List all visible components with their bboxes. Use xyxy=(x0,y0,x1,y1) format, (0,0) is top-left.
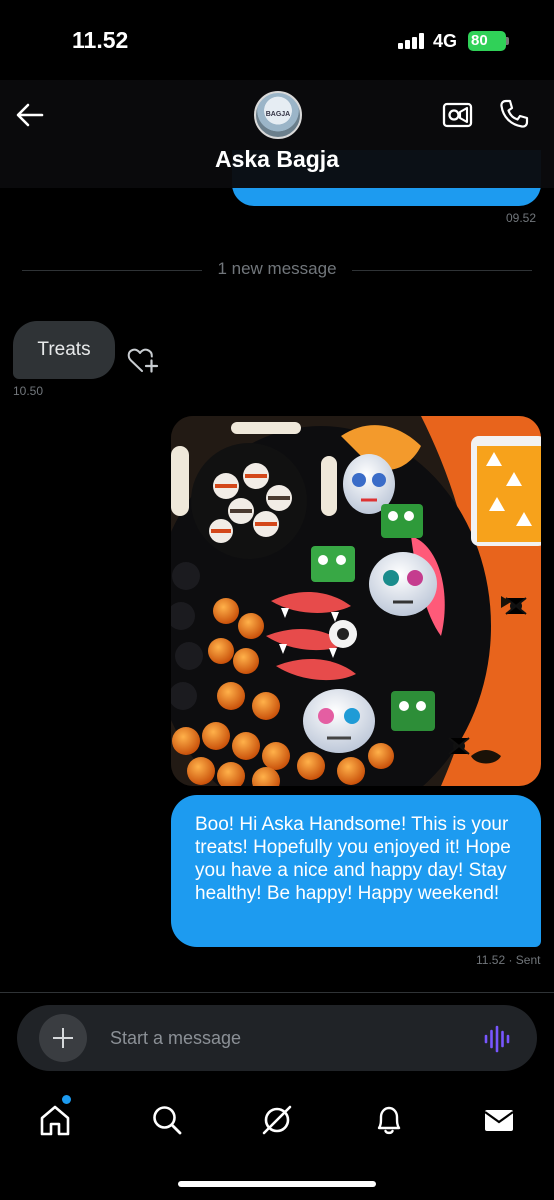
search-icon xyxy=(153,1106,182,1135)
nav-messages[interactable] xyxy=(482,1103,516,1137)
grok-icon xyxy=(262,1105,292,1135)
composer-separator xyxy=(0,992,554,993)
home-notification-dot xyxy=(62,1095,71,1104)
arrow-left-icon xyxy=(16,103,44,127)
bell-icon xyxy=(377,1106,401,1135)
divider-line-right xyxy=(352,270,532,271)
shared-photo-treats[interactable] xyxy=(171,416,541,786)
phone-icon xyxy=(500,99,529,128)
nav-home[interactable] xyxy=(38,1103,72,1137)
treats-photo-image xyxy=(171,416,541,786)
avatar-label: BAGJA xyxy=(265,111,291,118)
avatar[interactable]: BAGJA xyxy=(254,91,302,139)
react-button[interactable] xyxy=(126,346,160,376)
status-bar: 11.52 4G 80 xyxy=(0,0,554,80)
network-label: 4G xyxy=(433,31,458,51)
battery-level: 80 xyxy=(471,32,488,49)
sent-message-status: 11.52 · Sent xyxy=(476,953,541,967)
heart-plus-icon xyxy=(127,348,159,373)
received-message-time: 10.50 xyxy=(13,384,44,398)
mail-icon xyxy=(484,1110,514,1131)
nav-notifications[interactable] xyxy=(372,1103,406,1137)
video-camera-icon xyxy=(442,102,473,128)
previous-message-time: 09.52 xyxy=(506,211,537,225)
video-call-button[interactable] xyxy=(442,100,474,130)
sent-message-bubble[interactable]: Boo! Hi Aska Handsome! This is your trea… xyxy=(171,795,541,947)
back-button[interactable] xyxy=(14,100,46,130)
battery-cap xyxy=(506,37,509,45)
contact-name[interactable]: Aska Bagja xyxy=(0,146,554,173)
nav-search[interactable] xyxy=(150,1103,184,1137)
message-composer xyxy=(17,1005,537,1071)
voice-wave-icon xyxy=(484,1025,510,1053)
new-message-divider: 1 new message xyxy=(217,259,337,278)
status-time: 11.52 xyxy=(72,27,129,53)
battery-icon: 80 xyxy=(468,31,506,51)
nav-grok[interactable] xyxy=(260,1103,294,1137)
voice-message-button[interactable] xyxy=(483,1025,511,1053)
voice-call-button[interactable] xyxy=(498,98,530,130)
received-message-bubble[interactable]: Treats xyxy=(13,321,115,379)
conversation-header: BAGJA Aska Bagja xyxy=(0,80,554,188)
home-icon xyxy=(40,1105,70,1136)
message-input[interactable] xyxy=(110,1005,470,1071)
signal-icon xyxy=(398,33,426,49)
home-indicator xyxy=(178,1181,376,1187)
add-attachment-button[interactable] xyxy=(39,1014,87,1062)
